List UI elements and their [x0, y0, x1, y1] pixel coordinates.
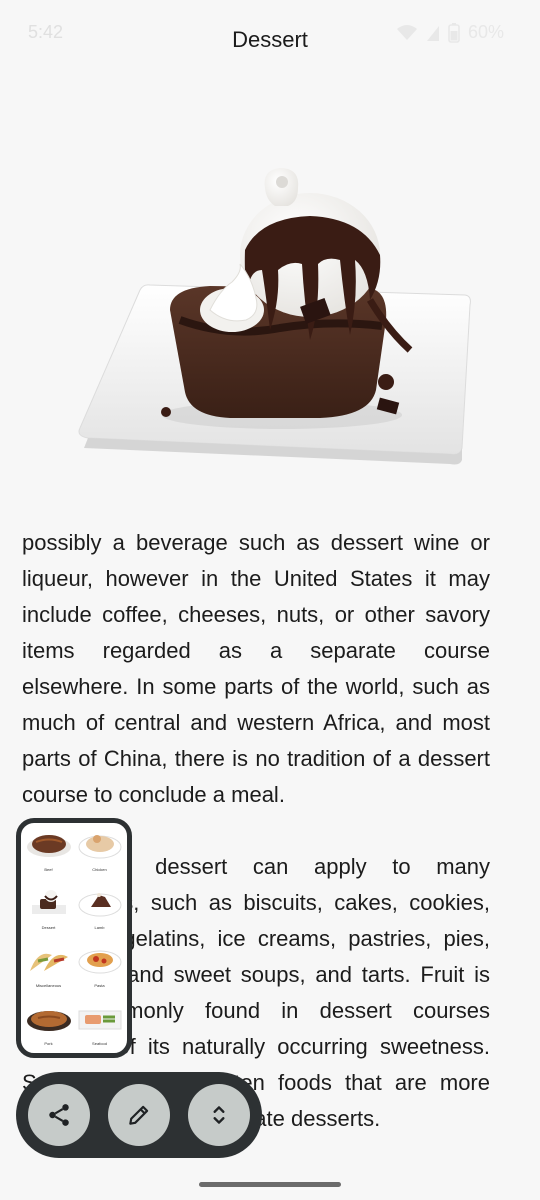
category-chicken[interactable]: Chicken	[74, 829, 125, 887]
share-icon	[49, 1104, 69, 1126]
thumbnail-label: Pasta	[94, 983, 105, 988]
thumbnail-label: Dessert	[41, 925, 56, 930]
category-beef[interactable]: Beef	[23, 829, 74, 887]
share-button[interactable]	[28, 1084, 90, 1146]
floating-action-bar	[16, 1072, 262, 1158]
page-title: Dessert	[232, 27, 308, 52]
dessert-hero-image	[78, 168, 471, 465]
category-pasta[interactable]: Pasta	[74, 945, 125, 1003]
category-thumbnail-panel[interactable]: Beef Chicken Dessert Lamb Miscellaneous …	[16, 818, 132, 1058]
thumbnail-label: Lamb	[94, 925, 105, 930]
category-miscellaneous[interactable]: Miscellaneous	[23, 945, 74, 1003]
seafood-thumbnail	[78, 1010, 121, 1030]
pencil-icon	[129, 1105, 149, 1125]
thumbnail-label: Beef	[44, 867, 53, 872]
pork-thumbnail	[26, 1011, 71, 1031]
category-pork[interactable]: Pork	[23, 1003, 74, 1053]
edit-button[interactable]	[108, 1084, 170, 1146]
lamb-thumbnail	[78, 893, 121, 917]
tacos-thumbnail	[29, 953, 68, 971]
category-lamb[interactable]: Lamb	[74, 887, 125, 945]
thumbnail-label: Miscellaneous	[35, 983, 62, 988]
expand-button[interactable]	[188, 1084, 250, 1146]
category-grid: Beef Chicken Dessert Lamb Miscellaneous …	[21, 823, 127, 1053]
steak-thumbnail	[26, 835, 71, 857]
unfold-icon	[213, 1106, 225, 1124]
article-paragraph: possibly a beverage such as dessert wine…	[22, 530, 490, 807]
chicken-thumbnail	[78, 835, 121, 859]
home-indicator[interactable]	[199, 1182, 341, 1187]
category-dessert[interactable]: Dessert	[23, 887, 74, 945]
category-seafood[interactable]: Seafood	[74, 1003, 125, 1053]
dessert-thumbnail	[31, 890, 66, 914]
thumbnail-label: Pork	[44, 1041, 53, 1046]
pasta-thumbnail	[78, 950, 121, 974]
thumbnail-label: Seafood	[92, 1041, 107, 1046]
thumbnail-label: Chicken	[92, 867, 107, 872]
